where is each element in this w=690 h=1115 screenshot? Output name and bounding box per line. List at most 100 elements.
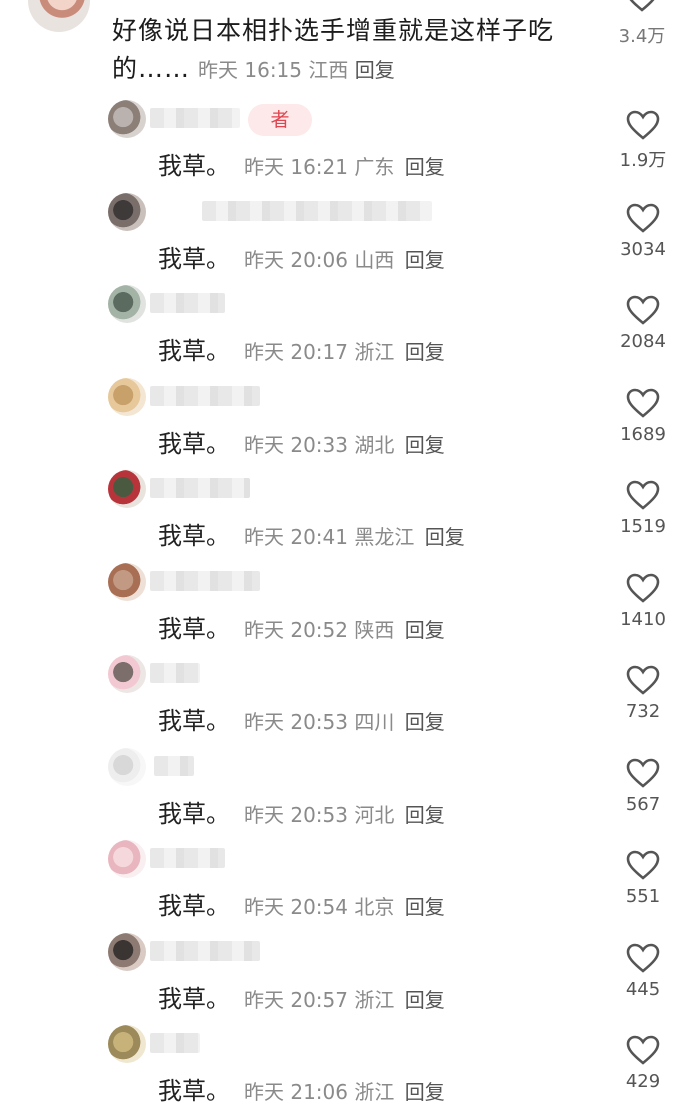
- like-button[interactable]: 445: [614, 943, 672, 1000]
- reply-text-line: 我草。 昨天 20:54 北京 回复: [158, 886, 445, 921]
- like-button[interactable]: 429: [614, 1035, 672, 1092]
- reply-text-line: 我草。 昨天 20:33 湖北 回复: [158, 424, 445, 459]
- reply-button[interactable]: 回复: [398, 988, 445, 1012]
- avatar[interactable]: [108, 748, 146, 786]
- reply-location: 黑龙江: [354, 525, 415, 549]
- reply-time: 昨天 20:53: [244, 803, 355, 827]
- reply-button[interactable]: 回复: [398, 433, 445, 457]
- username-blurred[interactable]: [150, 848, 225, 868]
- reply-location: 河北: [354, 803, 395, 827]
- avatar[interactable]: [108, 933, 146, 971]
- username-blurred[interactable]: [150, 571, 260, 591]
- reply-button[interactable]: 回复: [398, 340, 445, 364]
- reply-meta: 昨天 20:54 北京 回复: [244, 895, 445, 919]
- reply-text-line: 我草。 昨天 20:41 黑龙江 回复: [158, 516, 465, 551]
- heart-outline-icon: [626, 110, 660, 140]
- like-button[interactable]: 1689: [614, 388, 672, 445]
- reply-text-line: 我草。 昨天 16:21 广东 回复: [158, 146, 445, 181]
- reply-text-line: 我草。 昨天 20:53 四川 回复: [158, 701, 445, 736]
- reply-body: 我草。: [158, 1077, 230, 1105]
- author-badge: 者: [248, 104, 312, 136]
- reply-time: 昨天 20:33: [244, 433, 355, 457]
- reply-meta: 昨天 20:17 浙江 回复: [244, 340, 445, 364]
- heart-outline-icon: [626, 1035, 660, 1065]
- username-blurred[interactable]: [154, 756, 194, 776]
- username-blurred[interactable]: [150, 386, 260, 406]
- username-blurred[interactable]: [150, 1033, 200, 1053]
- reply-time: 昨天 20:53: [244, 710, 355, 734]
- like-button[interactable]: 3034: [614, 203, 672, 260]
- avatar[interactable]: [108, 378, 146, 416]
- avatar[interactable]: [108, 655, 146, 693]
- reply-meta: 昨天 20:53 河北 回复: [244, 803, 445, 827]
- like-button[interactable]: 732: [614, 665, 672, 722]
- reply-text-line: 我草。 昨天 21:06 浙江 回复: [158, 1071, 445, 1106]
- heart-outline-icon: [626, 758, 660, 788]
- like-count: 551: [625, 886, 661, 907]
- reply-location: 湖北: [354, 433, 395, 457]
- like-count: 2084: [620, 331, 666, 352]
- avatar[interactable]: [108, 1025, 146, 1063]
- reply-time: 昨天 21:06: [244, 1080, 355, 1104]
- reply-text-line: 我草。 昨天 20:17 浙江 回复: [158, 331, 445, 366]
- reply-body: 我草。: [158, 707, 230, 735]
- reply-time: 昨天 20:06: [244, 248, 355, 272]
- like-button[interactable]: 1.9万: [614, 110, 672, 172]
- reply-meta: 昨天 20:41 黑龙江 回复: [244, 525, 465, 549]
- like-count: 1519: [620, 516, 666, 537]
- reply-body: 我草。: [158, 800, 230, 828]
- reply-time: 昨天 20:41: [244, 525, 355, 549]
- like-count: 1689: [620, 424, 666, 445]
- username-blurred[interactable]: [150, 663, 200, 683]
- reply-button[interactable]: 回复: [398, 618, 445, 642]
- heart-outline-icon: [626, 573, 660, 603]
- reply-location: 浙江: [354, 1080, 395, 1104]
- avatar[interactable]: [108, 563, 146, 601]
- reply-text-line: 我草。 昨天 20:06 山西 回复: [158, 239, 445, 274]
- heart-outline-icon: [626, 203, 660, 233]
- reply-body: 我草。: [158, 522, 230, 550]
- avatar[interactable]: [108, 470, 146, 508]
- avatar[interactable]: [108, 840, 146, 878]
- reply-body: 我草。: [158, 337, 230, 365]
- reply-button[interactable]: 回复: [398, 1080, 445, 1104]
- like-button[interactable]: 2084: [614, 295, 672, 352]
- reply-location: 四川: [354, 710, 395, 734]
- reply-body: 我草。: [158, 152, 230, 180]
- username-blurred[interactable]: [150, 293, 225, 313]
- reply-item: 我草。 昨天 21:06 浙江 回复 429: [0, 0, 690, 1105]
- avatar[interactable]: [108, 193, 146, 231]
- reply-meta: 昨天 16:21 广东 回复: [244, 155, 445, 179]
- avatar[interactable]: [108, 100, 146, 138]
- reply-meta: 昨天 20:52 陕西 回复: [244, 618, 445, 642]
- reply-button[interactable]: 回复: [398, 248, 445, 272]
- like-count: 732: [625, 701, 661, 722]
- like-button[interactable]: 1410: [614, 573, 672, 630]
- reply-button[interactable]: 回复: [398, 895, 445, 919]
- reply-meta: 昨天 20:53 四川 回复: [244, 710, 445, 734]
- like-button[interactable]: 551: [614, 850, 672, 907]
- reply-button[interactable]: 回复: [398, 155, 445, 179]
- username-blurred[interactable]: [150, 941, 260, 961]
- reply-body: 我草。: [158, 985, 230, 1013]
- like-count: 567: [625, 794, 661, 815]
- reply-meta: 昨天 20:57 浙江 回复: [244, 988, 445, 1012]
- username-blurred[interactable]: [150, 108, 240, 128]
- heart-outline-icon: [626, 943, 660, 973]
- reply-button[interactable]: 回复: [398, 803, 445, 827]
- username-blurred[interactable]: [150, 478, 250, 498]
- reply-button[interactable]: 回复: [418, 525, 465, 549]
- like-button[interactable]: 1519: [614, 480, 672, 537]
- reply-text-line: 我草。 昨天 20:53 河北 回复: [158, 794, 445, 829]
- reply-text-line: 我草。 昨天 20:57 浙江 回复: [158, 979, 445, 1014]
- avatar[interactable]: [108, 285, 146, 323]
- reply-location: 浙江: [354, 988, 395, 1012]
- username-blurred[interactable]: [202, 201, 432, 221]
- reply-location: 山西: [354, 248, 395, 272]
- like-button[interactable]: 567: [614, 758, 672, 815]
- reply-body: 我草。: [158, 245, 230, 273]
- like-count: 445: [625, 979, 661, 1000]
- reply-body: 我草。: [158, 615, 230, 643]
- reply-text-line: 我草。 昨天 20:52 陕西 回复: [158, 609, 445, 644]
- reply-button[interactable]: 回复: [398, 710, 445, 734]
